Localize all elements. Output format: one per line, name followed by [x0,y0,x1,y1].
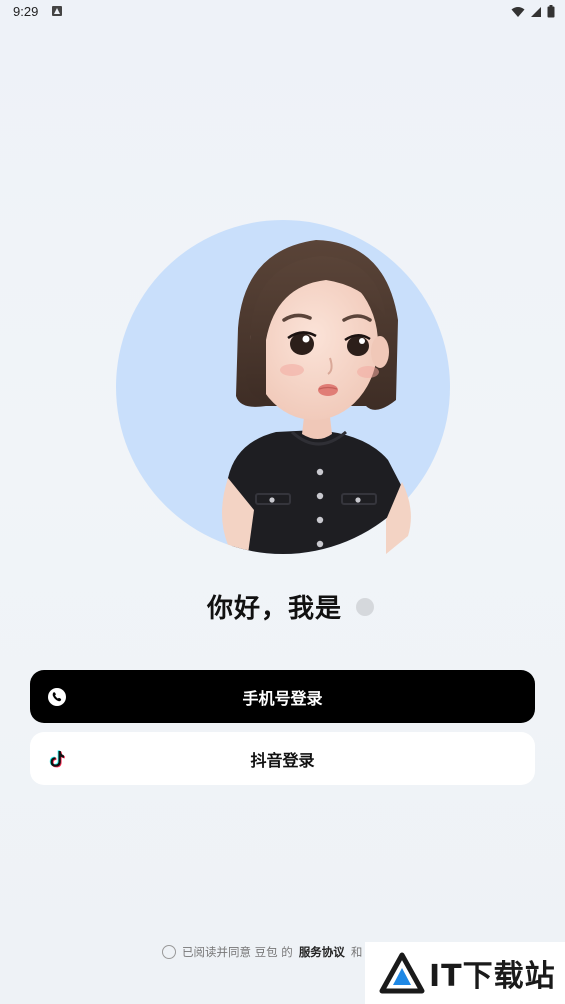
douyin-icon [49,750,65,768]
agreement-checkbox[interactable] [162,945,176,959]
greeting-text: 你好，我是 [206,594,342,624]
status-bar: 9:29 [0,0,565,24]
assistant-avatar [116,220,450,554]
agreement-and: 和 [350,945,363,959]
typing-indicator [356,597,374,616]
douyin-login-button[interactable]: 抖音登录 [30,732,535,785]
service-agreement-link[interactable]: 服务协议 [299,944,345,960]
phone-login-label: 手机号登录 [242,688,323,708]
watermark-logo-icon [379,952,425,994]
agreement-prefix: 已阅读并同意 豆包 的 [182,945,293,959]
signal-icon [531,6,541,17]
avatar-illustration [222,240,414,554]
status-icons [511,5,555,18]
site-watermark: IT下载站 [365,942,565,1004]
wifi-icon [511,6,525,17]
battery-icon [547,5,555,18]
douyin-login-label: 抖音登录 [250,750,315,770]
agreement-row: 已阅读并同意 豆包 的 服务协议 和 隐 [162,944,380,960]
status-time: 9:29 [13,4,39,19]
watermark-text: IT下载站 [429,959,556,994]
phone-icon [48,688,66,706]
phone-login-button[interactable]: 手机号登录 [30,670,535,723]
notification-icon [52,6,62,16]
greeting: 你好，我是 [0,588,565,625]
